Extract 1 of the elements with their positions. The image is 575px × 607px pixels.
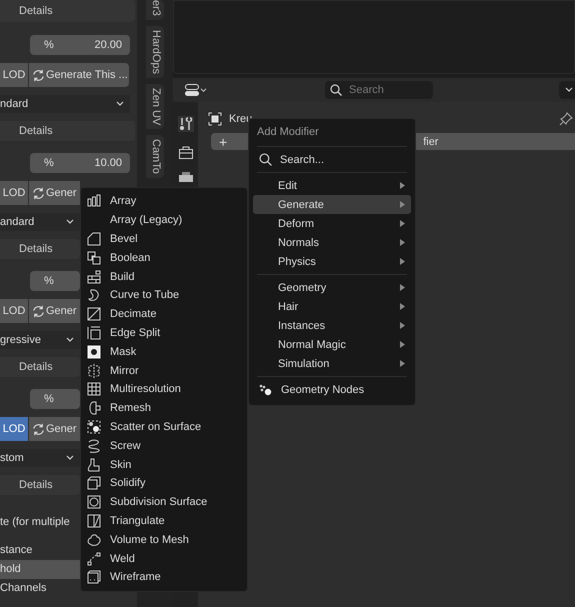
menu-title: Add Modifier (256, 125, 320, 140)
